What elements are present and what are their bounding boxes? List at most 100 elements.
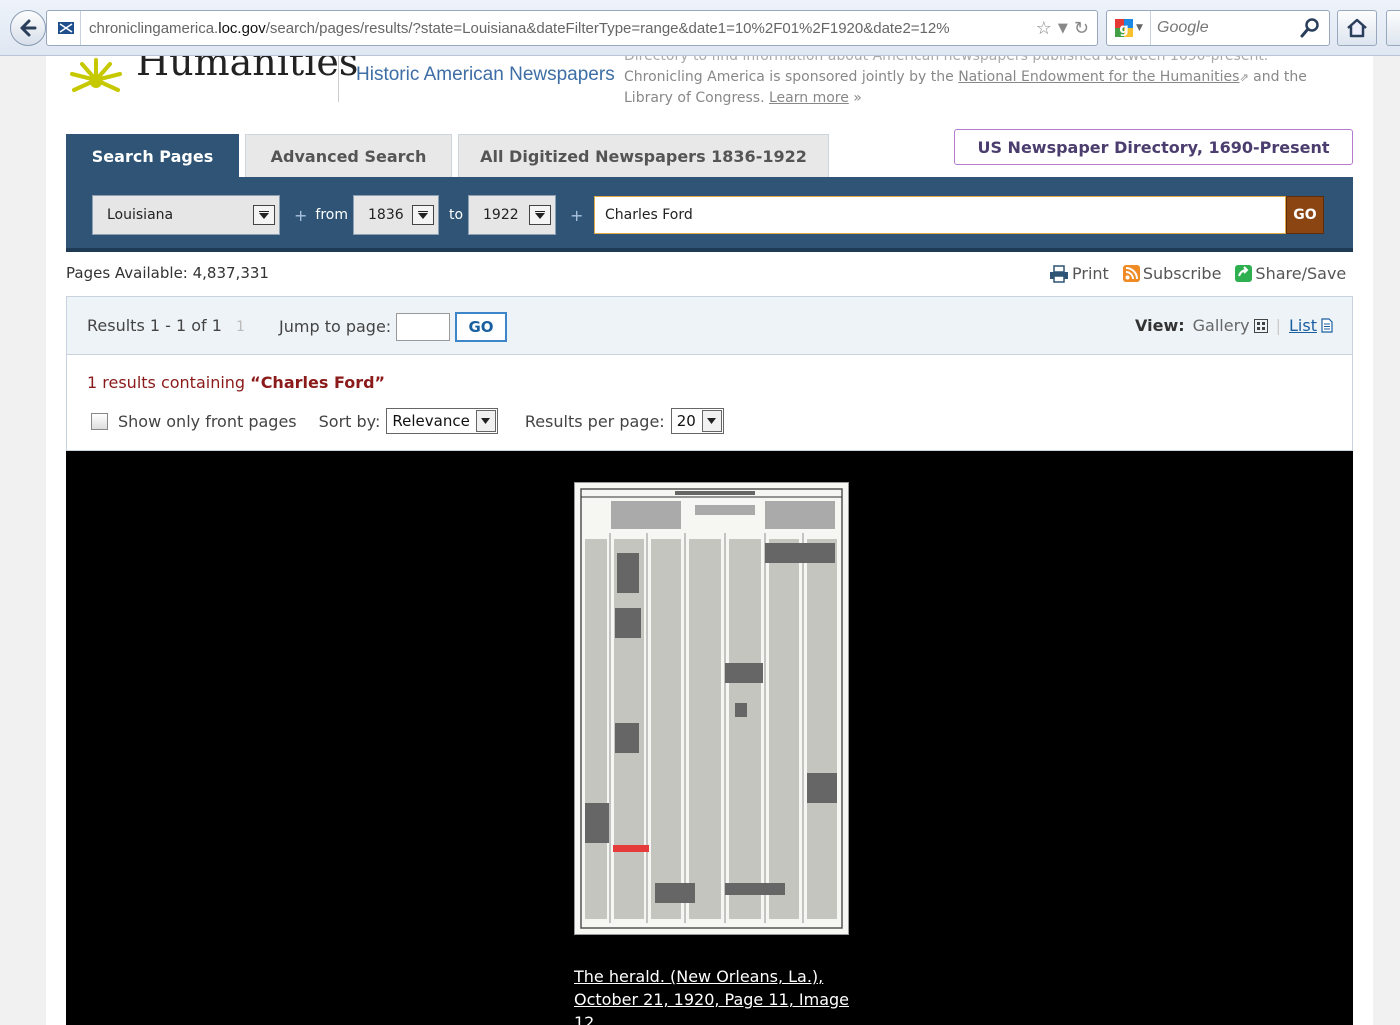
- magnifier-icon[interactable]: [1299, 17, 1321, 39]
- chevron-down-icon: ▼: [1136, 23, 1143, 33]
- browser-search-placeholder: Google: [1157, 19, 1209, 36]
- share-save-link[interactable]: Share/Save: [1235, 264, 1346, 283]
- url-domain: loc.gov: [218, 19, 266, 37]
- result-caption-link[interactable]: The herald. (New Orleans, La.), October …: [574, 965, 864, 1025]
- from-year-value: 1836: [368, 207, 404, 223]
- browser-toolbar: chroniclingamerica.loc.gov/search/pages/…: [0, 0, 1400, 56]
- list-view-toggle[interactable]: List: [1289, 316, 1333, 335]
- gallery-label: Gallery: [1192, 316, 1250, 335]
- url-path: /search/pages/results/?state=Louisiana&d…: [265, 19, 950, 37]
- results-gallery: The herald. (New Orleans, La.), October …: [66, 451, 1353, 1025]
- dropdown-history-icon[interactable]: ▼: [1058, 21, 1068, 36]
- page-content: Humanities Historic American Newspapers …: [46, 56, 1373, 1025]
- chevron-down-icon: [529, 205, 551, 225]
- tab-all-digitized-newspapers[interactable]: All Digitized Newspapers 1836-1922: [458, 134, 829, 177]
- result-options: Show only front pages Sort by: Relevance…: [91, 408, 724, 434]
- state-value: Louisiana: [107, 207, 174, 223]
- rss-icon: [1122, 265, 1140, 282]
- plus-icon: +: [570, 205, 584, 225]
- sort-label: Sort by:: [318, 411, 381, 431]
- printer-icon: [1050, 264, 1068, 283]
- search-input[interactable]: [594, 196, 1286, 234]
- site-header: Humanities Historic American Newspapers …: [46, 56, 1373, 126]
- jump-to-page-label: Jump to page:: [279, 317, 392, 336]
- url-text[interactable]: chroniclingamerica.loc.gov/search/pages/…: [81, 20, 1036, 37]
- back-button[interactable]: [10, 10, 46, 46]
- jump-to-page-input[interactable]: [396, 313, 450, 341]
- neh-link[interactable]: National Endowment for the Humanities: [958, 69, 1239, 85]
- address-bar[interactable]: chroniclingamerica.loc.gov/search/pages/…: [46, 10, 1098, 46]
- per-page-select[interactable]: 20: [670, 408, 724, 434]
- newspaper-thumbnail-image: [575, 483, 848, 934]
- containing-prefix: 1 results containing: [87, 373, 251, 392]
- per-page-value: 20: [676, 412, 696, 430]
- grid-icon: [1253, 318, 1268, 333]
- subscribe-link[interactable]: Subscribe: [1122, 264, 1222, 283]
- view-switcher: View: Gallery | List: [1135, 316, 1333, 335]
- reload-icon[interactable]: ↻: [1074, 18, 1089, 39]
- learn-more-link[interactable]: Learn more: [769, 90, 849, 106]
- sort-select[interactable]: Relevance: [386, 408, 498, 434]
- to-year-value: 1922: [483, 207, 519, 223]
- view-separator: |: [1275, 316, 1281, 335]
- results-panel: Results 1 - 1 of 1 1 Jump to page: GO Vie…: [66, 296, 1353, 451]
- browser-search-box[interactable]: g ▼ Google: [1106, 10, 1330, 46]
- chevron-down-icon: [701, 410, 722, 432]
- search-term: “Charles Ford”: [250, 373, 386, 392]
- chevron-down-icon: [475, 410, 496, 432]
- site-subtitle[interactable]: Historic American Newspapers: [356, 64, 615, 86]
- pages-available: Pages Available: 4,837,331: [66, 264, 269, 282]
- chevron-down-icon: [412, 205, 434, 225]
- front-pages-label: Show only front pages: [118, 411, 297, 431]
- search-engine-selector[interactable]: g ▼: [1107, 11, 1151, 45]
- chevron-down-icon: [253, 205, 275, 225]
- jump-go-button[interactable]: GO: [455, 312, 507, 342]
- sun-logo-icon: [70, 58, 122, 92]
- site-logo-text[interactable]: Humanities: [136, 56, 358, 84]
- plus-separator: +: [570, 195, 591, 235]
- plus-icon: +: [294, 205, 308, 225]
- gallery-view-toggle[interactable]: Gallery: [1193, 316, 1268, 335]
- results-count: Results 1 - 1 of 1 1: [87, 316, 245, 335]
- tab-search-pages[interactable]: Search Pages: [66, 134, 239, 177]
- print-label: Print: [1072, 264, 1109, 283]
- to-year-select[interactable]: 1922: [468, 195, 556, 235]
- from-label-text: from: [315, 207, 348, 223]
- blurb-cut-line: Directory to find information about Amer…: [624, 56, 1269, 64]
- per-page-label: Results per page:: [524, 411, 665, 431]
- bookmark-star-icon[interactable]: ☆: [1036, 18, 1052, 39]
- external-link-icon: ⇗: [1239, 71, 1249, 84]
- state-select[interactable]: Louisiana: [92, 195, 280, 235]
- back-arrow-icon: [20, 19, 37, 37]
- list-label: List: [1289, 316, 1317, 335]
- pagination-page[interactable]: 1: [236, 319, 245, 335]
- blurb-text: Chronicling America is sponsored jointly…: [624, 69, 959, 85]
- toolbar-overflow-button[interactable]: [1386, 10, 1400, 46]
- from-label: + from: [294, 195, 348, 235]
- tab-advanced-search[interactable]: Advanced Search: [245, 134, 452, 177]
- newspaper-page-thumbnail[interactable]: [574, 482, 849, 935]
- search-bar: Louisiana + from 1836 to 1922 + GO: [66, 177, 1353, 252]
- home-button[interactable]: [1337, 10, 1377, 46]
- page-tools: Print Subscribe Share/Save: [1049, 264, 1346, 283]
- site-favicon-icon: [51, 11, 81, 45]
- share-label: Share/Save: [1255, 264, 1347, 283]
- print-link[interactable]: Print: [1049, 264, 1109, 283]
- results-containing: 1 results containing “Charles Ford”: [87, 373, 385, 392]
- front-pages-checkbox[interactable]: [91, 412, 108, 430]
- results-toolbar: Results 1 - 1 of 1 1 Jump to page: GO Vie…: [67, 297, 1352, 355]
- newspaper-directory-button[interactable]: US Newspaper Directory, 1690-Present: [954, 129, 1353, 165]
- svg-text:g: g: [1119, 22, 1128, 37]
- view-label: View:: [1135, 316, 1185, 335]
- subscribe-label: Subscribe: [1142, 264, 1222, 283]
- share-icon: [1235, 265, 1253, 282]
- sort-value: Relevance: [392, 412, 470, 430]
- header-divider: [338, 56, 339, 102]
- to-label: to: [449, 207, 464, 223]
- results-count-text: Results 1 - 1 of 1: [87, 316, 222, 335]
- from-year-select[interactable]: 1836: [353, 195, 439, 235]
- list-doc-icon: [1321, 318, 1333, 333]
- google-icon: g: [1115, 19, 1134, 37]
- url-prefix: chroniclingamerica.: [89, 19, 219, 37]
- search-go-button[interactable]: GO: [1286, 196, 1324, 234]
